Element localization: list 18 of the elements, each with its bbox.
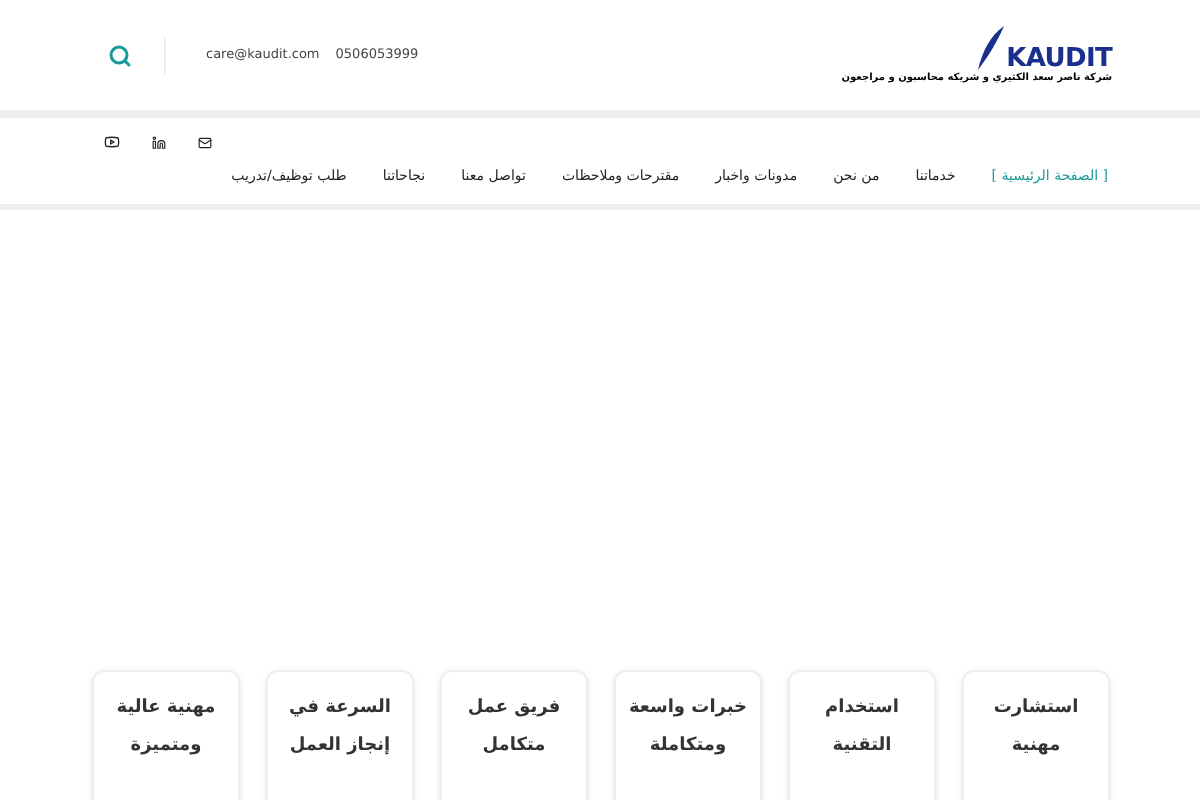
feature-text: استخدام: [825, 696, 899, 722]
feature-text: إنجاز العمل: [289, 733, 391, 759]
feature-text: التقنية: [832, 733, 892, 759]
feature-text: السرعة في: [289, 696, 391, 722]
feather-icon: [974, 23, 1007, 72]
logo-wordmark: KAUDIT: [1006, 45, 1112, 72]
mail-icon[interactable]: [198, 135, 212, 149]
feature-text: ومتكاملة: [649, 733, 727, 759]
feature-text: مهنية: [1011, 733, 1061, 759]
youtube-icon[interactable]: [104, 134, 120, 150]
feature-text: خبرات واسعة: [628, 696, 748, 722]
feature-text: فريق عمل: [467, 696, 561, 722]
search-icon[interactable]: [108, 43, 132, 67]
feature-text: ومتميزة: [130, 733, 202, 759]
feature-text: استشارت: [993, 696, 1079, 722]
linkedin-icon[interactable]: [152, 135, 166, 149]
feature-text: مهنية عالية: [116, 696, 216, 722]
feature-text: متكامل: [482, 733, 546, 759]
